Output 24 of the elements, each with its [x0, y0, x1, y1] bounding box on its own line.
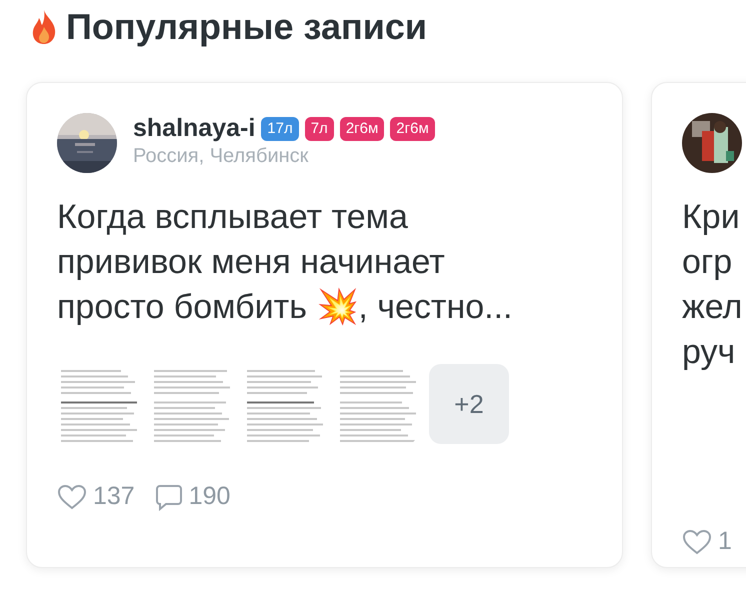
post-card[interactable]: Кри огр жел руч 1 — [651, 82, 746, 568]
post-text-line: огр — [682, 242, 734, 283]
age-tag: 17л — [261, 116, 299, 141]
author-location: Россия, Челябинск — [133, 144, 310, 170]
post-text-line: прививок меня начинает — [57, 242, 446, 283]
heart-icon — [682, 528, 712, 555]
more-attachments-button[interactable]: +2 — [429, 364, 509, 444]
post-text-line: Кри — [682, 197, 741, 238]
post-card[interactable]: shalnaya-i 17л 7л 2г6м 2г6м Россия, Челябинск Когда всплывает тема прививок меня начинает просто бомбить 💥, честно... +2 137 190 — [26, 82, 623, 568]
age-tag: 2г6м — [390, 116, 435, 141]
fire-icon — [30, 8, 58, 44]
like-count: 137 — [93, 481, 135, 512]
age-tag: 2г6м — [340, 116, 384, 141]
author-name[interactable]: shalnaya-i — [133, 113, 256, 144]
comment-icon — [154, 482, 183, 511]
like-count: 1 — [718, 526, 732, 557]
post-text-line: Когда всплывает тема — [57, 197, 409, 238]
post-text-line: просто бомбить 💥, честно... — [57, 286, 514, 328]
comment-count: 190 — [188, 481, 230, 512]
age-tag: 7л — [304, 116, 334, 141]
section-title: Популярные записи — [66, 4, 428, 48]
post-text-line: жел — [682, 287, 744, 328]
post-text-line: руч — [682, 332, 736, 373]
heart-icon — [57, 484, 87, 510]
